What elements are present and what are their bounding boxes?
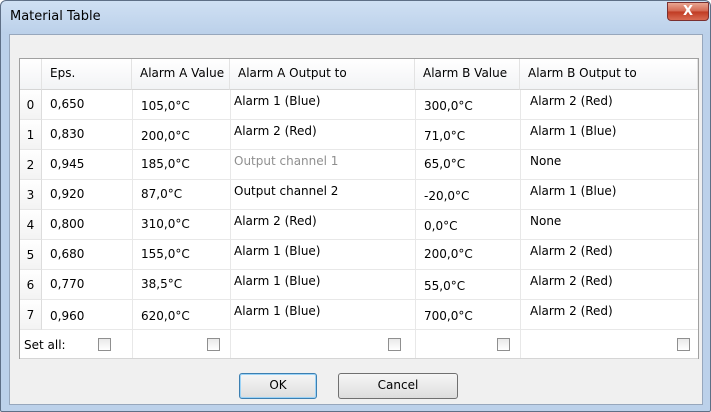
column-header-eps[interactable]: Eps. (42, 59, 132, 90)
alarm-a-output-cell[interactable]: Output channel 2 (234, 177, 338, 207)
alarm-a-output-cell[interactable]: Alarm 1 (Blue) (234, 297, 321, 327)
column-header-alarm-a-value[interactable]: Alarm A Value (132, 59, 230, 90)
column-divider (132, 90, 133, 358)
alarm-a-output-cell[interactable]: Alarm 1 (Blue) (234, 87, 321, 117)
set-all-alarm-b-output-checkbox[interactable] (677, 338, 690, 351)
alarm-a-value-cell[interactable]: 38,5°C (141, 270, 182, 300)
corner-header (20, 59, 42, 90)
alarm-a-output-cell[interactable]: Alarm 2 (Red) (234, 207, 317, 237)
cancel-button[interactable]: Cancel (338, 373, 458, 399)
row-header[interactable]: 7 (20, 300, 42, 330)
alarm-b-output-cell[interactable]: Alarm 2 (Red) (530, 297, 613, 327)
alarm-b-value-cell[interactable]: 55,0°C (424, 272, 465, 302)
eps-cell[interactable]: 0,800 (50, 210, 84, 240)
material-table-dialog: Material Table X Eps. Alarm A Value Alar… (0, 0, 711, 412)
material-table-grid: Eps. Alarm A Value Alarm A Output to Ala… (19, 58, 699, 359)
row-header[interactable]: 1 (20, 120, 42, 150)
column-divider (230, 90, 231, 358)
row-header[interactable]: 2 (20, 150, 42, 180)
alarm-b-value-cell[interactable]: 71,0°C (424, 122, 465, 152)
window-title: Material Table (10, 9, 101, 24)
close-button[interactable]: X (667, 2, 709, 21)
column-header-alarm-a-output[interactable]: Alarm A Output to (230, 59, 415, 90)
alarm-b-value-cell[interactable]: 0,0°C (424, 212, 457, 242)
grid-bottom-border (20, 358, 698, 359)
column-header-alarm-b-output[interactable]: Alarm B Output to (520, 59, 698, 90)
alarm-b-value-cell[interactable]: 700,0°C (424, 302, 473, 332)
row-header[interactable]: 3 (20, 180, 42, 210)
set-all-eps-checkbox[interactable] (98, 338, 111, 351)
close-icon: X (682, 4, 694, 19)
alarm-b-output-cell[interactable]: Alarm 2 (Red) (530, 267, 613, 297)
set-all-alarm-a-output-checkbox[interactable] (388, 338, 401, 351)
eps-cell[interactable]: 0,680 (50, 240, 84, 270)
alarm-b-output-cell[interactable]: Alarm 1 (Blue) (530, 177, 617, 207)
alarm-a-output-cell[interactable]: Alarm 1 (Blue) (234, 267, 321, 297)
alarm-a-value-cell[interactable]: 155,0°C (141, 240, 190, 270)
alarm-a-value-cell[interactable]: 310,0°C (141, 210, 190, 240)
set-all-alarm-a-value-checkbox[interactable] (207, 338, 220, 351)
alarm-a-output-cell[interactable]: Alarm 2 (Red) (234, 117, 317, 147)
row-header[interactable]: 5 (20, 240, 42, 270)
title-bar[interactable]: Material Table X (1, 1, 710, 34)
row-header[interactable]: 4 (20, 210, 42, 240)
alarm-b-value-cell[interactable]: 65,0°C (424, 150, 465, 180)
row-header[interactable]: 0 (20, 90, 42, 120)
alarm-b-value-cell[interactable]: 300,0°C (424, 92, 473, 122)
alarm-a-value-cell[interactable]: 87,0°C (141, 180, 182, 210)
set-all-label: Set all: (24, 338, 66, 352)
alarm-a-value-cell[interactable]: 105,0°C (141, 92, 190, 122)
eps-cell[interactable]: 0,770 (50, 270, 84, 300)
alarm-b-output-cell[interactable]: None (530, 207, 561, 237)
alarm-a-output-cell[interactable]: Alarm 1 (Blue) (234, 237, 321, 267)
eps-cell[interactable]: 0,830 (50, 120, 84, 150)
eps-cell[interactable]: 0,960 (50, 302, 84, 332)
ok-button[interactable]: OK (239, 373, 317, 399)
column-header-alarm-b-value[interactable]: Alarm B Value (415, 59, 520, 90)
alarm-b-output-cell[interactable]: Alarm 2 (Red) (530, 87, 613, 117)
alarm-a-value-cell[interactable]: 185,0°C (141, 150, 190, 180)
eps-cell[interactable]: 0,920 (50, 180, 84, 210)
alarm-a-value-cell[interactable]: 620,0°C (141, 302, 190, 332)
dialog-body: Eps. Alarm A Value Alarm A Output to Ala… (9, 34, 703, 405)
alarm-b-output-cell[interactable]: None (530, 147, 561, 177)
alarm-a-output-cell[interactable]: Output channel 1 (234, 147, 338, 177)
eps-cell[interactable]: 0,650 (50, 90, 84, 120)
alarm-b-output-cell[interactable]: Alarm 2 (Red) (530, 237, 613, 267)
column-divider (415, 90, 416, 358)
alarm-b-output-cell[interactable]: Alarm 1 (Blue) (530, 117, 617, 147)
set-all-alarm-b-value-checkbox[interactable] (497, 338, 510, 351)
row-header[interactable]: 6 (20, 270, 42, 300)
alarm-a-value-cell[interactable]: 200,0°C (141, 122, 190, 152)
column-divider (520, 90, 521, 358)
alarm-b-value-cell[interactable]: -20,0°C (424, 182, 469, 212)
eps-cell[interactable]: 0,945 (50, 150, 84, 180)
alarm-b-value-cell[interactable]: 200,0°C (424, 240, 473, 270)
